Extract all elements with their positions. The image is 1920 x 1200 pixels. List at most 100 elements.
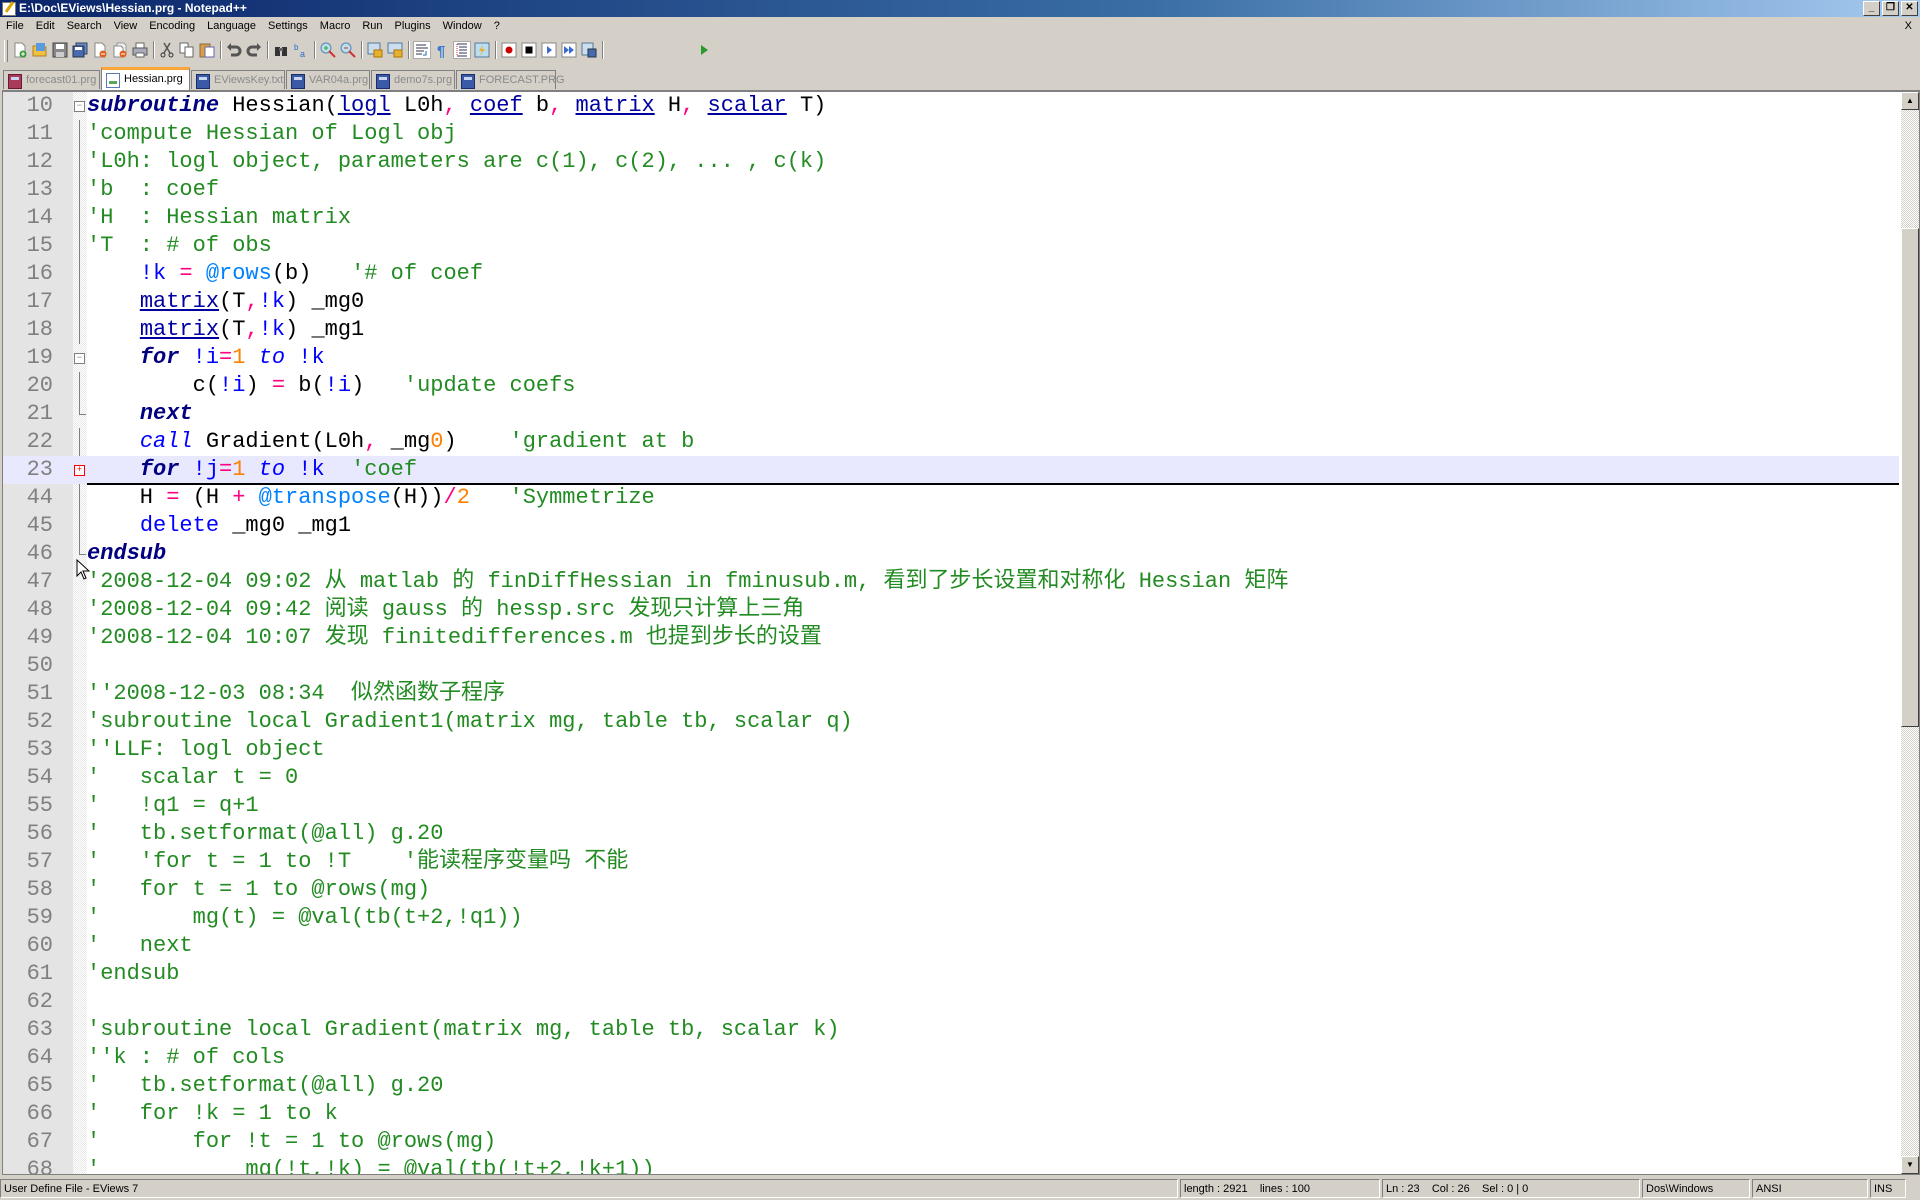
code-line[interactable]: 54 ' scalar t = 0 [3,764,1899,792]
zoom-out-icon[interactable] [340,42,356,58]
code-line[interactable]: 12 'L0h: logl object, parameters are c(1)… [3,148,1899,176]
tab-demo7s[interactable]: demo7s.prg [371,70,455,89]
copy-icon[interactable] [179,42,195,58]
vertical-scrollbar[interactable]: ▲ ▼ [1901,92,1919,1174]
code-line[interactable]: 58 ' for t = 1 to @rows(mg) [3,876,1899,904]
find-icon[interactable] [273,42,289,58]
open-file-icon[interactable] [32,42,48,58]
code-line[interactable]: 53 ''LLF: logl object [3,736,1899,764]
code-line[interactable]: 13 'b : coef [3,176,1899,204]
sync-horizontal-icon[interactable] [387,42,403,58]
fold-collapse-icon[interactable]: − [74,353,85,364]
scroll-down-button[interactable]: ▼ [1901,1156,1919,1174]
minimize-button[interactable]: _ [1863,1,1880,16]
user-defined-language-icon[interactable] [474,42,490,58]
new-file-icon[interactable] [12,42,28,58]
code-line[interactable]: 64 ''k : # of cols [3,1044,1899,1072]
close-all-icon[interactable] [112,42,128,58]
menu-file[interactable]: File [0,17,30,36]
code-line[interactable]: 66 ' for !k = 1 to k [3,1100,1899,1128]
tab-var04a[interactable]: VAR04a.prg [286,70,370,89]
menu-help[interactable]: ? [488,17,506,36]
indent-guide-icon[interactable] [453,41,471,59]
code-line[interactable]: 62 [3,988,1899,1016]
code-line[interactable]: 46 endsub [3,540,1899,568]
fold-collapse-icon[interactable]: − [74,101,85,112]
code-editor[interactable]: 10− subroutine Hessian(logl L0h, coef b, … [2,90,1920,1175]
code-line[interactable]: 48 '2008-12-04 09:42 阅读 gauss 的 hessp.src… [3,596,1899,624]
code-line[interactable]: 22 call Gradient(L0h, _mg0) 'gradient at… [3,428,1899,456]
run-icon[interactable] [696,42,712,58]
save-icon[interactable] [52,42,68,58]
code-line[interactable]: 52 'subroutine local Gradient1(matrix mg,… [3,708,1899,736]
stop-macro-icon[interactable] [521,42,537,58]
code-line[interactable]: 65 ' tb.setformat(@all) g.20 [3,1072,1899,1100]
code-line[interactable]: 18 matrix(T,!k) _mg1 [3,316,1899,344]
close-document-button[interactable]: X [1905,17,1912,36]
code-line[interactable]: 16 !k = @rows(b) '# of coef [3,260,1899,288]
code-line[interactable]: 23 + for !j=1 to !k 'coef [3,456,1899,485]
code-line[interactable]: 10 − subroutine Hessian(logl L0h, coef b, … [3,92,1899,120]
replace-icon[interactable]: ba [293,42,309,58]
code-line[interactable]: 57 ' 'for t = 1 to !T '能读程序变量吗 不能 [3,848,1899,876]
menu-search[interactable]: Search [61,17,108,36]
menu-language[interactable]: Language [201,17,262,36]
code-line[interactable]: 21 next [3,400,1899,428]
tab-forecast01[interactable]: forecast01.prg [3,70,100,89]
menu-view[interactable]: View [108,17,144,36]
undo-icon[interactable] [226,42,242,58]
toolbar-grip[interactable] [4,40,8,62]
menu-macro[interactable]: Macro [314,17,357,36]
code-line[interactable]: 14 'H : Hessian matrix [3,204,1899,232]
code-line[interactable]: 61 'endsub [3,960,1899,988]
word-wrap-icon[interactable] [413,41,431,59]
file-icon [8,74,22,89]
code-line[interactable]: 51 ''2008-12-03 08:34 似然函数子程序 [3,680,1899,708]
menu-encoding[interactable]: Encoding [143,17,201,36]
menu-run[interactable]: Run [356,17,388,36]
menu-plugins[interactable]: Plugins [389,17,437,36]
tab-eviewskey[interactable]: EViewsKey.txt [191,70,285,89]
close-button[interactable]: ✕ [1901,1,1918,16]
code-line[interactable]: 59 ' mg(t) = @val(tb(t+2,!q1)) [3,904,1899,932]
tab-forecast-prg[interactable]: FORECAST.PRG [456,70,565,89]
run-macro-multiple-icon[interactable] [561,42,577,58]
code-line[interactable]: 20 c(!i) = b(!i) 'update coefs [3,372,1899,400]
menu-settings[interactable]: Settings [262,17,314,36]
redo-icon[interactable] [246,42,262,58]
code-line[interactable]: 17 matrix(T,!k) _mg0 [3,288,1899,316]
cut-icon[interactable] [159,42,175,58]
close-file-icon[interactable] [92,42,108,58]
type-keyword: matrix [575,93,655,118]
scrollbar-thumb[interactable] [1901,228,1919,727]
scroll-up-button[interactable]: ▲ [1901,92,1919,110]
code-line[interactable]: 47 '2008-12-04 09:02 从 matlab 的 finDiffHe… [3,568,1899,596]
code-line[interactable]: 19 − for !i=1 to !k [3,344,1899,372]
record-macro-icon[interactable] [501,42,517,58]
save-macro-icon[interactable] [581,42,597,58]
menu-edit[interactable]: Edit [30,17,61,36]
show-all-characters-icon[interactable]: ¶ [434,42,450,58]
code-line[interactable]: 56 ' tb.setformat(@all) g.20 [3,820,1899,848]
code-line[interactable]: 67 ' for !t = 1 to @rows(mg) [3,1128,1899,1156]
code-line[interactable]: 45 delete _mg0 _mg1 [3,512,1899,540]
save-all-icon[interactable] [72,42,88,58]
paste-icon[interactable] [199,42,215,58]
code-line[interactable]: 15 'T : # of obs [3,232,1899,260]
play-macro-icon[interactable] [541,42,557,58]
print-icon[interactable] [132,42,148,58]
code-line[interactable]: 55 ' !q1 = q+1 [3,792,1899,820]
code-line[interactable]: 49 '2008-12-04 10:07 发现 finitedifferences… [3,624,1899,652]
code-line[interactable]: 50 [3,652,1899,680]
code-line[interactable]: 60 ' next [3,932,1899,960]
fold-expand-icon[interactable]: + [74,465,85,476]
menu-window[interactable]: Window [437,17,488,36]
code-line[interactable]: 68 ' mg(!t,!k) = @val(tb(!t+2,!k+1)) [3,1156,1899,1174]
code-line[interactable]: 11 'compute Hessian of Logl obj [3,120,1899,148]
tab-hessian[interactable]: Hessian.prg [101,67,190,90]
code-line[interactable]: 44 H = (H + @transpose(H))/2 'Symmetrize [3,484,1899,512]
zoom-in-icon[interactable] [320,42,336,58]
sync-vertical-icon[interactable] [367,42,383,58]
restore-button[interactable]: ❐ [1882,1,1899,16]
code-line[interactable]: 63 'subroutine local Gradient(matrix mg, … [3,1016,1899,1044]
